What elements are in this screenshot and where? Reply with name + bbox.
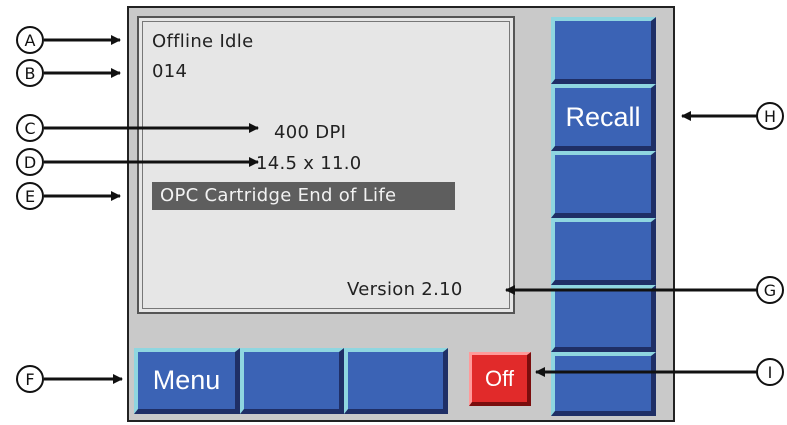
callout-d: D (16, 148, 44, 176)
callout-e: E (16, 182, 44, 210)
callout-f: F (16, 365, 44, 393)
callout-c: C (16, 114, 44, 142)
callout-arrows (44, 35, 757, 384)
callout-h: H (756, 102, 784, 130)
callout-b: B (16, 59, 44, 87)
callout-g: G (756, 276, 784, 304)
callout-i: I (756, 358, 784, 386)
callout-a: A (16, 26, 44, 54)
